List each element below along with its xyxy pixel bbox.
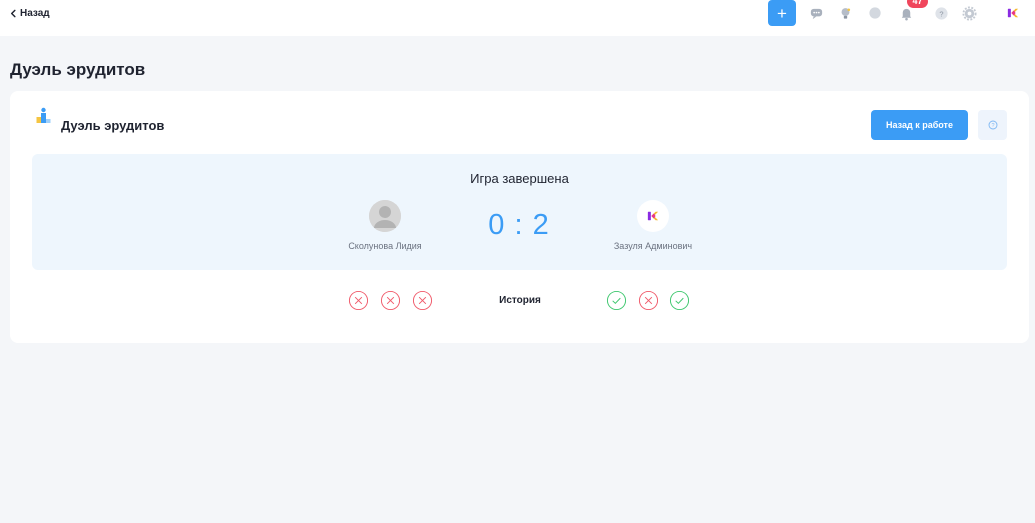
avatar	[637, 200, 669, 232]
top-bar: Назад + 47 ?	[0, 0, 1035, 36]
back-to-work-button[interactable]: Назад к работе	[871, 110, 968, 140]
brand-logo-icon	[1007, 8, 1019, 18]
chat-icon[interactable]	[807, 4, 825, 22]
page-title: Дуэль эрудитов	[10, 60, 146, 79]
history-label: История	[499, 295, 541, 306]
chevron-left-icon	[10, 9, 16, 17]
player-name: Зазуля Админович	[613, 241, 693, 251]
back-label: Назад	[20, 7, 50, 19]
wrong-answer-icon	[380, 290, 401, 311]
settings-icon[interactable]	[960, 4, 978, 22]
idea-bulb-icon[interactable]	[836, 4, 854, 22]
correct-answer-icon	[606, 290, 627, 311]
wrong-answer-icon	[412, 290, 433, 311]
wrong-answer-icon	[638, 290, 659, 311]
game-result-panel: Игра завершена Сколунова Лидия 0 : 2 Заз…	[32, 154, 1007, 270]
info-button[interactable]: ?	[978, 110, 1007, 140]
profile-logo[interactable]	[999, 0, 1027, 26]
score: 0 : 2	[488, 209, 550, 241]
history-row: История	[10, 290, 1029, 312]
svg-text:?: ?	[939, 9, 943, 18]
player-right: Зазуля Админович	[588, 200, 718, 251]
game-status: Игра завершена	[470, 171, 569, 186]
player-name: Сколунова Лидия	[348, 241, 422, 251]
back-link[interactable]: Назад	[9, 6, 50, 20]
help-icon[interactable]: ?	[932, 4, 950, 22]
plus-icon: +	[777, 3, 787, 23]
add-button[interactable]: +	[768, 0, 796, 26]
avatar	[369, 200, 401, 232]
brand-logo-icon	[647, 211, 659, 221]
duel-podium-icon	[36, 107, 51, 123]
duel-card: Дуэль эрудитов Назад к работе ? Игра зав…	[10, 91, 1029, 343]
search-icon[interactable]	[866, 4, 884, 22]
player-left: Сколунова Лидия	[320, 200, 450, 251]
wrong-answer-icon	[348, 290, 369, 311]
help-circle-icon: ?	[988, 120, 997, 130]
correct-answer-icon	[669, 290, 690, 311]
notifications-badge: 47	[907, 0, 928, 8]
card-title: Дуэль эрудитов	[61, 118, 165, 133]
svg-text:?: ?	[991, 123, 994, 129]
default-avatar-icon	[369, 200, 401, 232]
